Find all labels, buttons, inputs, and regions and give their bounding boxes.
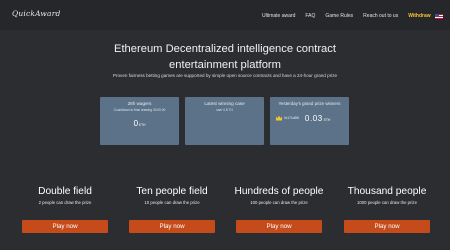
game-thousand-people: Thousand people 1000 people can draw the… bbox=[344, 186, 430, 236]
game-description: 2 people can draw the prize bbox=[38, 200, 92, 205]
winner-amount-value: 0.03 bbox=[304, 113, 323, 123]
game-description: 10 people can draw the prize bbox=[144, 200, 200, 205]
game-hundreds-of-people: Hundreds of people 100 people can draw t… bbox=[235, 186, 323, 236]
latest-winning-detail: user 0.8 TH bbox=[216, 108, 233, 112]
wager-unit: ETH bbox=[139, 123, 146, 127]
page-subtitle: Proven fairness betting games are suppor… bbox=[112, 73, 338, 78]
logo-text: QuickAward bbox=[12, 9, 61, 18]
game-double-field: Double field 2 people can draw the prize… bbox=[22, 186, 108, 236]
withdraw-link[interactable]: Withdraw bbox=[408, 13, 430, 19]
nav-faq[interactable]: FAQ bbox=[305, 13, 315, 19]
game-description: 100 people can draw the prize bbox=[250, 200, 308, 205]
game-name: Thousand people bbox=[347, 186, 427, 197]
nav-game-rules[interactable]: Game Rules bbox=[325, 13, 353, 19]
nav-ultimate-award[interactable]: Ultimate award bbox=[262, 13, 295, 19]
wager-amount: 0 bbox=[133, 119, 139, 128]
winner-amount-unit: ETH bbox=[323, 117, 331, 122]
countdown-text: Countdown to final drawing 00:00:00 bbox=[113, 108, 166, 112]
grand-prize-title: Yesterday's grand prize winners bbox=[278, 101, 341, 106]
us-flag-icon[interactable] bbox=[434, 13, 443, 19]
game-description: 1000 people can draw the prize bbox=[357, 200, 417, 205]
winner-amount: 0.03ETH bbox=[305, 114, 330, 123]
main-nav: Ultimate award FAQ Game Rules Reach out … bbox=[262, 12, 443, 20]
page-title: Ethereum Decentralized intelligence cont… bbox=[113, 43, 336, 71]
wager-value: 0ETH bbox=[100, 119, 179, 128]
nav-reach-out[interactable]: Reach out to us bbox=[363, 13, 398, 19]
winner-row: 0x171d6f6 0.03ETH bbox=[276, 114, 344, 123]
play-now-button[interactable]: Play now bbox=[344, 220, 430, 233]
game-ten-people-field: Ten people field 10 people can draw the … bbox=[129, 186, 215, 236]
play-now-button[interactable]: Play now bbox=[22, 220, 108, 233]
game-name: Hundreds of people bbox=[234, 186, 324, 197]
winner-name: 0x171d6f6 bbox=[284, 116, 299, 120]
latest-winning-card: Latest winning case user 0.8 TH bbox=[185, 97, 264, 145]
play-now-button[interactable]: Play now bbox=[236, 220, 322, 233]
grand-prize-card: Yesterday's grand prize winners 0x171d6f… bbox=[270, 97, 349, 145]
wager-card-title: 28h wagers bbox=[127, 101, 152, 106]
wager-card: 28h wagers Countdown to final drawing 00… bbox=[100, 97, 179, 145]
play-now-button[interactable]: Play now bbox=[129, 220, 215, 233]
stats-cards: 28h wagers Countdown to final drawing 00… bbox=[100, 97, 350, 145]
game-name: Ten people field bbox=[136, 186, 208, 197]
top-navigation-bar: QuickAward Ultimate award FAQ Game Rules… bbox=[0, 0, 450, 30]
crown-icon bbox=[276, 115, 282, 121]
latest-winning-title: Latest winning case bbox=[204, 101, 245, 106]
game-name: Double field bbox=[38, 186, 92, 197]
site-logo[interactable]: QuickAward bbox=[12, 9, 60, 18]
